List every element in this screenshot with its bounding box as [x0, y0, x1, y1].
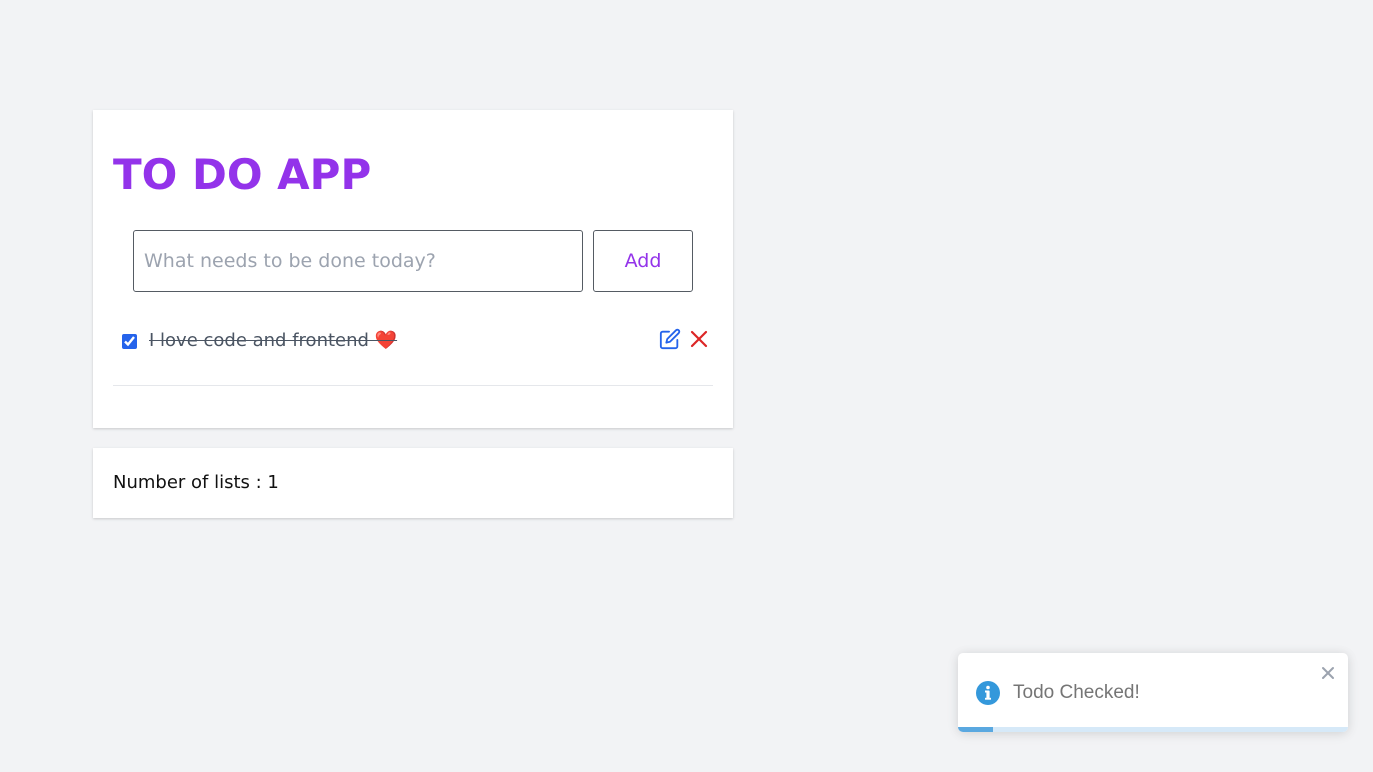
close-icon[interactable]: [689, 329, 709, 349]
edit-icon[interactable]: [659, 328, 681, 350]
toast-progress-bar: [958, 727, 1348, 732]
list-item: I love code and frontend ❤️: [113, 322, 713, 386]
toast-message: Todo Checked!: [1013, 682, 1140, 703]
todo-input[interactable]: [133, 230, 583, 292]
toast-progress-fill: [958, 727, 994, 732]
info-icon: [976, 681, 1000, 705]
page-title: TO DO APP: [113, 150, 372, 199]
toast-notification: Todo Checked!: [958, 653, 1348, 732]
todo-text: I love code and frontend ❤️: [149, 330, 398, 351]
todo-card: TO DO APP Add I love code and frontend ❤…: [93, 110, 733, 428]
todo-checkbox[interactable]: [122, 334, 137, 349]
add-button[interactable]: Add: [593, 230, 693, 292]
list-count: Number of lists : 1: [113, 472, 279, 493]
close-icon[interactable]: [1320, 665, 1336, 681]
list-count-card: Number of lists : 1: [93, 448, 733, 518]
